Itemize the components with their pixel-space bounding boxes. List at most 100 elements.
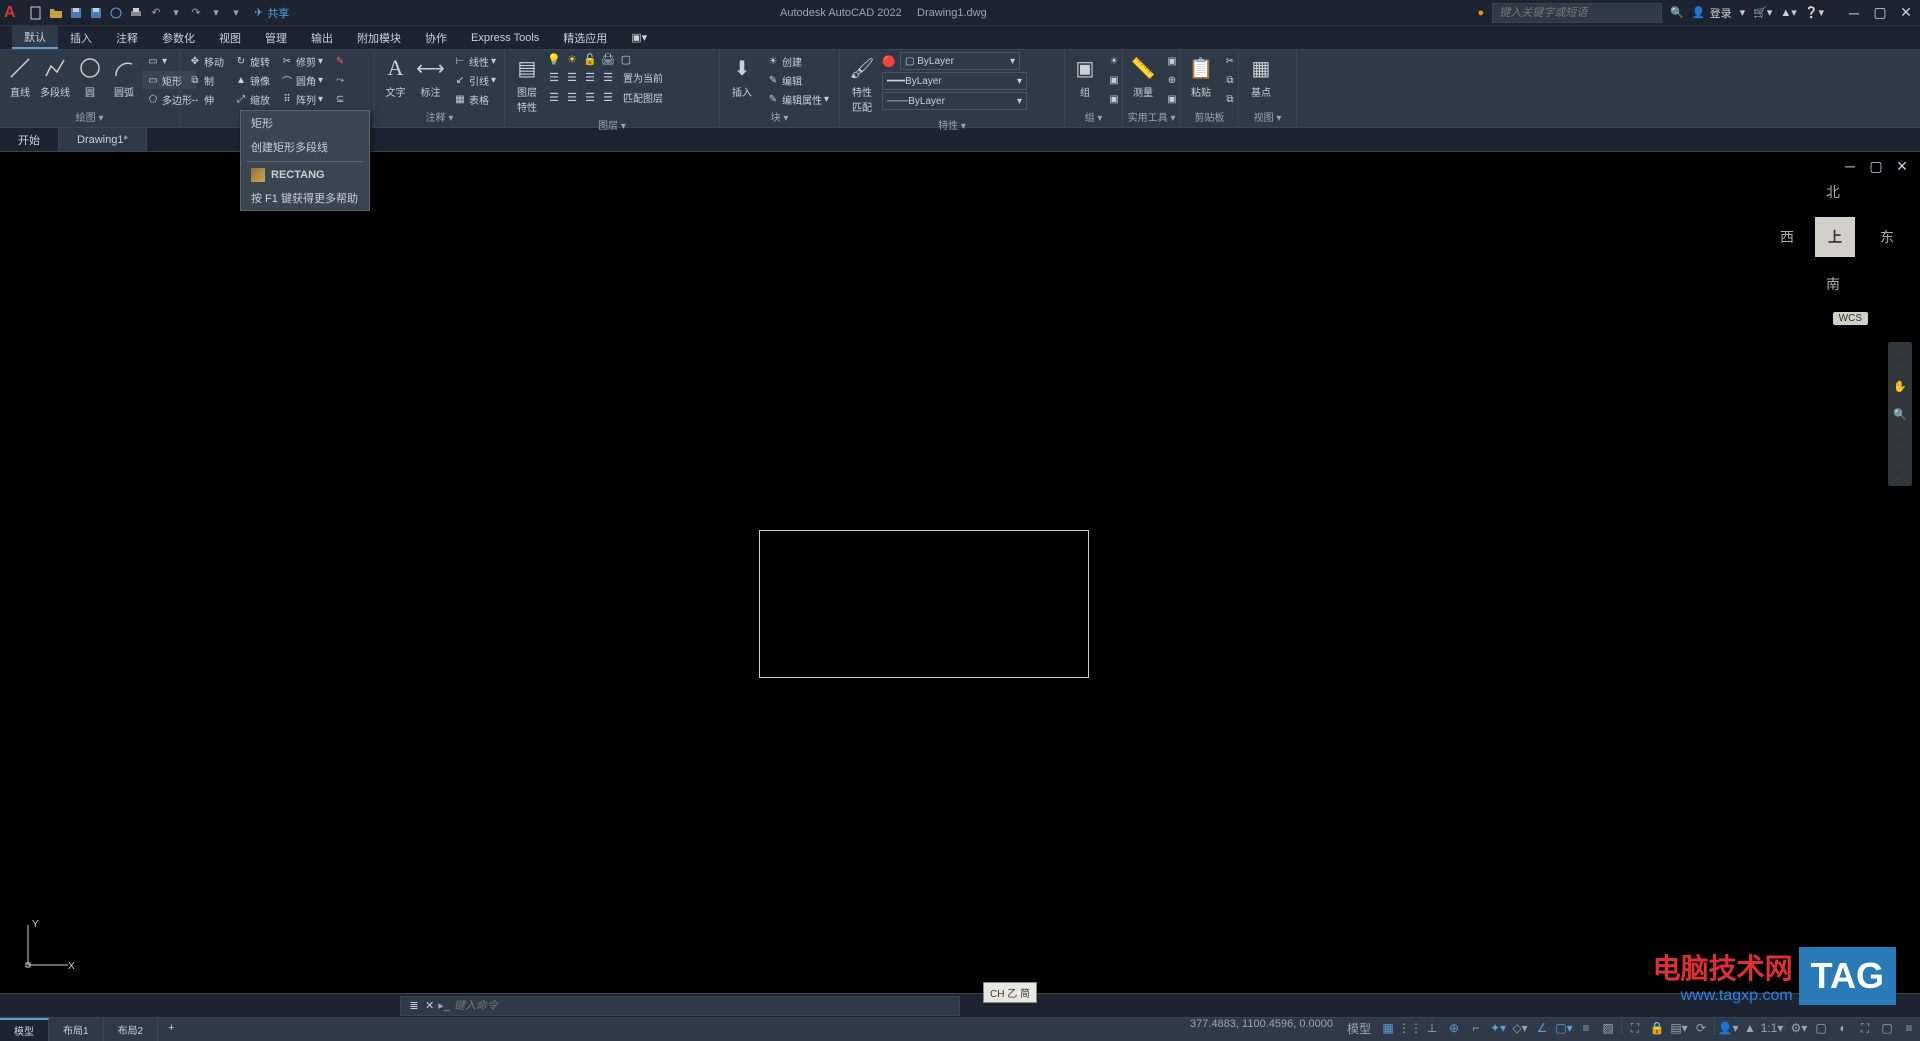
- status-coordinates[interactable]: 377.4883, 1100.4596, 0.0000: [1182, 1018, 1341, 1041]
- leader-button[interactable]: ↙引线▾: [449, 71, 500, 89]
- color-combo[interactable]: ▢ ByLayer▾: [900, 52, 1020, 70]
- filetab-start[interactable]: 开始: [0, 128, 59, 151]
- scale-button[interactable]: ⤢缩放: [230, 90, 274, 108]
- search-input[interactable]: [1492, 3, 1662, 23]
- status-infer-icon[interactable]: ⊥: [1421, 1018, 1443, 1038]
- layer-s8-icon[interactable]: ☰: [601, 90, 615, 104]
- status-otrack-icon[interactable]: ▢▾: [1553, 1018, 1575, 1038]
- set-current-button[interactable]: 置为当前: [619, 68, 667, 86]
- status-ann3-icon[interactable]: 1:1▾: [1761, 1018, 1783, 1038]
- viewcube-south[interactable]: 南: [1826, 274, 1840, 294]
- tab-annotate[interactable]: 注释: [104, 26, 150, 49]
- pan-icon[interactable]: ✋: [1890, 376, 1910, 396]
- filetab-drawing1[interactable]: Drawing1*: [59, 128, 147, 151]
- layout-add-button[interactable]: +: [158, 1018, 184, 1041]
- line-button[interactable]: 直线: [4, 52, 36, 101]
- status-model-button[interactable]: 模型: [1341, 1018, 1377, 1038]
- web-icon[interactable]: [108, 5, 124, 21]
- tab-parametric[interactable]: 参数化: [150, 26, 207, 49]
- status-ann1-icon[interactable]: 👤▾: [1717, 1018, 1739, 1038]
- status-sc-icon[interactable]: ⛶: [1624, 1018, 1646, 1038]
- layout-tab-model[interactable]: 模型: [0, 1018, 49, 1041]
- copy-clip-button[interactable]: ⧉: [1219, 71, 1241, 89]
- cmd-close-button[interactable]: ✕: [425, 999, 434, 1012]
- group-button[interactable]: ▣组: [1069, 52, 1101, 101]
- mirror-button[interactable]: ▲镜像: [230, 71, 274, 89]
- nav-wheel-icon[interactable]: ◎: [1890, 348, 1910, 368]
- tab-express[interactable]: Express Tools: [459, 26, 551, 49]
- layer-freeze-icon[interactable]: ☀: [565, 52, 579, 66]
- tab-featured[interactable]: 精选应用: [551, 26, 619, 49]
- status-custom-icon[interactable]: ≡: [1898, 1018, 1920, 1038]
- orbit-icon[interactable]: ⟳: [1890, 432, 1910, 452]
- doc-maximize-button[interactable]: ▢: [1866, 156, 1886, 176]
- layer-s4-icon[interactable]: ☰: [601, 70, 615, 84]
- qat-dropdown-icon[interactable]: ▾: [228, 5, 244, 21]
- tab-launcher-icon[interactable]: ▣▾: [619, 26, 659, 49]
- polyline-button[interactable]: 多段线: [38, 52, 72, 101]
- plot-icon[interactable]: [128, 5, 144, 21]
- status-iso2-icon[interactable]: ⛶: [1854, 1018, 1876, 1038]
- close-button[interactable]: ✕: [1896, 3, 1916, 23]
- explode-button[interactable]: ⤳: [329, 71, 351, 89]
- insert-button[interactable]: ⬇插入: [724, 52, 760, 101]
- layout-tab-layout2[interactable]: 布局2: [104, 1018, 159, 1041]
- base-button[interactable]: ▦基点: [1243, 52, 1279, 101]
- drawing-area[interactable]: ─ ▢ ✕ 上 北 南 西 东 WCS ◎ ✋ 🔍 ⟳ ▶ Y X CH 乙 简: [0, 152, 1920, 993]
- layer-bulb-icon[interactable]: 💡: [547, 52, 561, 66]
- status-trans-icon[interactable]: ▨: [1597, 1018, 1619, 1038]
- move-button[interactable]: ✥移动: [184, 52, 228, 70]
- status-iso-icon[interactable]: ◇▾: [1509, 1018, 1531, 1038]
- panel-layers-title[interactable]: 图层 ▾: [509, 116, 715, 133]
- tab-addins[interactable]: 附加模块: [345, 26, 413, 49]
- layer-s3-icon[interactable]: ☰: [583, 70, 597, 84]
- status-osnap-icon[interactable]: ∠: [1531, 1018, 1553, 1038]
- paste-button[interactable]: 📋粘贴: [1185, 52, 1217, 101]
- save-icon[interactable]: [68, 5, 84, 21]
- panel-groups-title[interactable]: 组 ▾: [1069, 108, 1118, 125]
- block-editattr-button[interactable]: ✎编辑属性▾: [762, 90, 833, 108]
- paste-special-button[interactable]: ⧉: [1219, 90, 1241, 108]
- block-create-button[interactable]: ☀创建: [762, 52, 833, 70]
- block-edit-button[interactable]: ✎编辑: [762, 71, 833, 89]
- status-units-icon[interactable]: 🔒: [1646, 1018, 1668, 1038]
- color-picker-icon[interactable]: 🔴: [882, 54, 896, 68]
- share-button[interactable]: ✈ 共享: [254, 5, 289, 21]
- tab-manage[interactable]: 管理: [253, 26, 299, 49]
- new-icon[interactable]: [28, 5, 44, 21]
- status-ann2-icon[interactable]: ▲: [1739, 1018, 1761, 1038]
- layout-tab-layout1[interactable]: 布局1: [49, 1018, 104, 1041]
- tab-view[interactable]: 视图: [207, 26, 253, 49]
- status-qp-icon[interactable]: ▤▾: [1668, 1018, 1690, 1038]
- doc-minimize-button[interactable]: ─: [1840, 156, 1860, 176]
- cmd-gear-icon[interactable]: ▸_: [438, 999, 450, 1012]
- viewcube-top[interactable]: 上: [1815, 217, 1855, 257]
- panel-clipboard-title[interactable]: 剪贴板: [1185, 108, 1234, 125]
- status-hw-icon[interactable]: ◐: [1832, 1018, 1854, 1038]
- erase-button[interactable]: ✎: [329, 52, 351, 70]
- layer-s6-icon[interactable]: ☰: [565, 90, 579, 104]
- panel-annot-title[interactable]: 注释 ▾: [379, 108, 500, 125]
- redo-dropdown-icon[interactable]: ▾: [208, 5, 224, 21]
- status-mon-icon[interactable]: ▢: [1810, 1018, 1832, 1038]
- group-s3[interactable]: ▣: [1103, 90, 1125, 108]
- viewcube-west[interactable]: 西: [1780, 227, 1794, 247]
- linear-button[interactable]: ⊢线性▾: [449, 52, 500, 70]
- maximize-button[interactable]: ▢: [1870, 3, 1890, 23]
- match-props-button[interactable]: 🖌特性 匹配: [844, 52, 880, 116]
- autodesk-icon[interactable]: ▲▾: [1780, 6, 1796, 19]
- fillet-button[interactable]: ⌒圆角▾: [276, 71, 327, 89]
- panel-draw-title[interactable]: 绘图 ▾: [4, 108, 175, 125]
- undo-dropdown-icon[interactable]: ▾: [168, 5, 184, 21]
- viewcube[interactable]: 上 北 南 西 东: [1780, 182, 1890, 292]
- status-ws-icon[interactable]: ⚙▾: [1788, 1018, 1810, 1038]
- util-s3[interactable]: ▣: [1161, 90, 1183, 108]
- cut-button[interactable]: ✂: [1219, 52, 1241, 70]
- redo-icon[interactable]: ↷: [188, 5, 204, 21]
- status-snap-icon[interactable]: ⋮⋮: [1399, 1018, 1421, 1038]
- offset-button[interactable]: ⊆: [329, 90, 351, 108]
- open-icon[interactable]: [48, 5, 64, 21]
- status-grid-icon[interactable]: ▦: [1377, 1018, 1399, 1038]
- array-button[interactable]: ⠿阵列▾: [276, 90, 327, 108]
- arc-button[interactable]: 圆弧: [108, 52, 140, 101]
